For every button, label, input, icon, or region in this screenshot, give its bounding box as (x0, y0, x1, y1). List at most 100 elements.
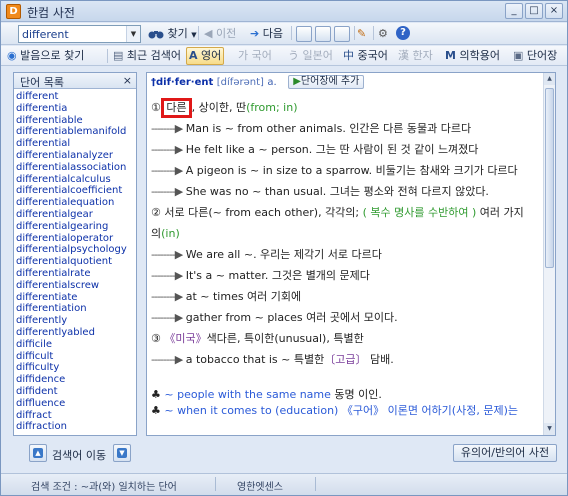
close-button[interactable]: × (545, 3, 563, 19)
pronounce-find-button[interactable]: ◉ 발음으로 찾기 (5, 47, 86, 65)
highlighted-word[interactable]: 다른 (161, 98, 192, 118)
example-text: It's a ~ matter. 그것은 별개의 문제다 (185, 269, 370, 282)
register-tag: 〔고급〕 (324, 353, 367, 366)
search-dropdown-icon[interactable]: ▼ (126, 26, 140, 42)
scroll-up-icon[interactable]: ▲ (544, 73, 555, 85)
word-list-item[interactable]: differential (16, 138, 136, 150)
word-list-item[interactable]: differentialassociation (16, 162, 136, 174)
synonym-dictionary-button[interactable]: 유의어/반의어 사전 (453, 444, 557, 462)
word-list-item[interactable]: differentialanalyzer (16, 150, 136, 162)
word-list-item[interactable]: differentialoperator (16, 233, 136, 245)
word-list-item[interactable]: different (16, 91, 136, 103)
title-bar: D 한컴 사전 _ □ × (1, 1, 567, 22)
chinese-filter-button[interactable]: 中 중국어 (341, 47, 390, 65)
headword: †dif·fer·ent (151, 77, 214, 88)
dash-marker: --------▶ (151, 164, 183, 177)
hanja-filter-button[interactable]: 漢 한자 (396, 47, 435, 65)
sense-2-continued: 의(in) (151, 223, 543, 244)
minimize-button[interactable]: _ (505, 3, 523, 19)
sense-number: ③ (151, 332, 161, 345)
definition-content: †dif·fer·ent [dífərənt] a. ▶단어장에 추가 ① 다른… (151, 73, 543, 417)
sense-text: , 상이한, 딴 (191, 101, 247, 114)
english-label: 영어 (201, 49, 222, 62)
find-button[interactable]: 찾기 ▼ (148, 26, 197, 42)
word-list-item[interactable]: differentialquotient (16, 256, 136, 268)
dash-marker: --------▶ (151, 290, 183, 303)
word-list-item[interactable]: diffraction (16, 421, 136, 433)
close-icon[interactable]: × (123, 74, 132, 87)
word-list-item[interactable]: diffidence (16, 374, 136, 386)
word-list-item[interactable]: differentlyabled (16, 327, 136, 339)
back-arrow-icon: ◀ (204, 27, 213, 40)
search-input[interactable] (19, 26, 124, 42)
word-list-item[interactable]: differentialscrew (16, 280, 136, 292)
word-list-item[interactable]: differentiation (16, 303, 136, 315)
word-list-item[interactable]: differentialgear (16, 209, 136, 221)
pronounce-icon: ◉ (7, 49, 17, 62)
medical-label: 의학용어 (459, 49, 500, 62)
example-text: He felt like a ~ person. 그는 딴 사람이 된 것 같이… (185, 143, 479, 156)
word-list-item[interactable]: differentialcalculus (16, 174, 136, 186)
word-list-item[interactable]: differentiate (16, 292, 136, 304)
word-list-item[interactable]: differentialgearing (16, 221, 136, 233)
example-text: gather from ~ places 여러 곳에서 모이다. (185, 311, 398, 324)
pin-icon[interactable]: ✎ (357, 26, 366, 42)
word-list-item[interactable]: differentialrate (16, 268, 136, 280)
word-list-item[interactable]: differentiablemanifold (16, 126, 136, 138)
recent-icon: ▤ (113, 49, 124, 62)
word-list-item[interactable]: differentia (16, 103, 136, 115)
word-list-item[interactable]: diffluence (16, 398, 136, 410)
status-divider (315, 477, 316, 491)
word-list-item[interactable]: differentialequation (16, 197, 136, 209)
club-icon: ♣ (151, 388, 161, 401)
word-list-item[interactable]: differently (16, 315, 136, 327)
recent-search-button[interactable]: ▤ 최근 검색어 (111, 47, 183, 65)
idiom-text: ~ people with the same name (164, 388, 331, 401)
pronounce-find-label: 발음으로 찾기 (20, 49, 85, 62)
vertical-scrollbar[interactable]: ▲ ▼ (543, 73, 555, 435)
layout-view-icon[interactable] (296, 26, 312, 42)
add-to-wordbook-button[interactable]: ▶단어장에 추가 (288, 75, 365, 89)
word-list-item[interactable]: differentialcoefficient (16, 185, 136, 197)
search-down-button[interactable]: ▼ (113, 444, 131, 462)
japanese-icon: う (288, 49, 299, 62)
wordbook-icon: ▣ (513, 49, 524, 62)
example-row: --------▶ We are all ~. 우리는 제각기 서로 다르다 (151, 244, 543, 265)
hanja-icon: 漢 (398, 49, 409, 62)
recent-label: 최근 검색어 (126, 49, 182, 62)
word-list-item[interactable]: differentiable (16, 115, 136, 127)
next-button[interactable]: ➔ 다음 (250, 26, 283, 42)
scroll-down-icon[interactable]: ▼ (544, 423, 555, 435)
word-list-item[interactable]: difficile (16, 339, 136, 351)
dash-marker: --------▶ (151, 353, 183, 366)
sense-text-tail: 여러 가지 (479, 206, 524, 219)
gear-icon[interactable]: ⚙ (378, 26, 388, 42)
sense-text: 색다른, 특이한(unusual), 특별한 (206, 332, 364, 345)
sense-2: ② 서로 다른(~ from each other), 각각의; ( 복수 명사… (151, 202, 543, 223)
word-list-item[interactable]: difficult (16, 351, 136, 363)
toolbar-divider (198, 26, 199, 40)
maximize-button[interactable]: □ (525, 3, 543, 19)
scroll-thumb[interactable] (545, 88, 554, 268)
idiom-row: ♣ ~ people with the same name 동명 이인. (151, 384, 543, 405)
copy-icon[interactable] (334, 26, 350, 42)
down-arrow-icon: ▼ (117, 448, 127, 458)
prev-button[interactable]: ◀ 이전 (204, 26, 236, 42)
english-filter-button[interactable]: A 영어 (186, 47, 225, 65)
book-view-icon[interactable] (315, 26, 331, 42)
help-icon[interactable]: ? (396, 26, 410, 40)
definition-panel: †dif·fer·ent [dífərənt] a. ▶단어장에 추가 ① 다른… (146, 72, 556, 436)
word-list-item[interactable]: differentialpsychology (16, 244, 136, 256)
japanese-filter-button[interactable]: う 일본어 (286, 47, 335, 65)
search-up-button[interactable]: ▲ (29, 444, 47, 462)
add-to-wordbook-label: 단어장에 추가 (300, 76, 360, 87)
medical-filter-button[interactable]: M 의학용어 (443, 47, 502, 65)
word-list-item[interactable]: diffract (16, 410, 136, 422)
search-combobox[interactable]: ▼ (18, 25, 141, 43)
word-list-item[interactable]: diffident (16, 386, 136, 398)
hanja-label: 한자 (412, 49, 433, 62)
korean-filter-button[interactable]: 가 국어 (236, 47, 274, 65)
dash-marker: --------▶ (151, 143, 183, 156)
wordbook-button[interactable]: ▣ 단어장 (511, 47, 559, 65)
word-list-item[interactable]: difficulty (16, 362, 136, 374)
